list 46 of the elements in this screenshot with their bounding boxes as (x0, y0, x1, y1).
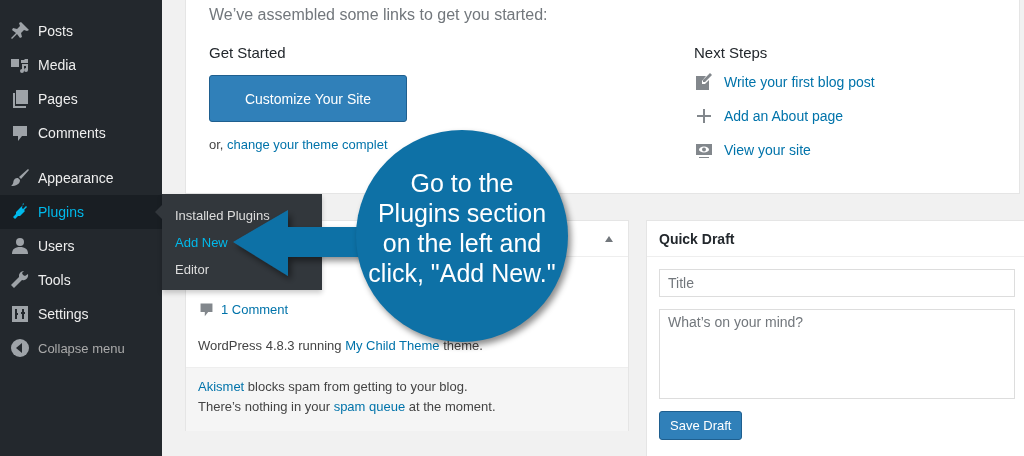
akismet-link[interactable]: spam queue (333, 399, 406, 414)
comment-icon (198, 301, 215, 318)
next-step-link[interactable]: Write your first blog post (724, 74, 875, 90)
user-icon (10, 236, 30, 256)
theme-link[interactable]: My Child Theme (345, 338, 440, 353)
sidebar-item[interactable]: Pages (0, 82, 162, 116)
akismet-text: Akismet blocks spam from getting to your blog. (198, 379, 469, 395)
callout-text: Go to the Plugins section on the left and click, "Add New." (368, 168, 556, 288)
sidebar-item[interactable]: Posts (0, 14, 162, 48)
submenu-item[interactable]: Installed Plugins (175, 202, 270, 229)
content-input-field[interactable]: What’s on your mind? (659, 309, 1015, 399)
sliders-icon (10, 304, 30, 324)
next-step-link[interactable]: View your site (724, 142, 811, 158)
collapse-menu-button[interactable]: Collapse menu (0, 331, 162, 365)
sidebar-item[interactable]: Tools (0, 263, 162, 297)
brush-icon (10, 168, 30, 188)
save-draft-button[interactable]: Save Draft (659, 411, 743, 440)
next-step-link[interactable]: Add an About page (724, 108, 844, 124)
sidebar-item[interactable]: Appearance (0, 161, 162, 195)
collapse-toggle-icon[interactable] (604, 234, 614, 243)
wrench-icon (10, 270, 30, 290)
sidebar-item[interactable]: Settings (0, 297, 162, 331)
pages-icon (10, 89, 30, 109)
sidebar-item[interactable]: Users (0, 229, 162, 263)
comments-count-link[interactable]: 1 Comment (221, 302, 289, 317)
title-input-field[interactable]: Title (659, 269, 1015, 297)
section-heading: Get Started (209, 44, 287, 61)
submenu-item[interactable]: Editor (175, 256, 209, 283)
edit-icon (694, 72, 714, 92)
section-heading: Next Steps (694, 44, 769, 61)
alt-prefix: or, (209, 137, 224, 152)
sidebar-item[interactable]: Media (0, 48, 162, 82)
comment-icon (10, 123, 30, 143)
card-title: Quick Draft (659, 230, 735, 247)
submenu-item[interactable]: Add New (175, 229, 228, 256)
akismet-text: There’s nothing in your spam queue at the moment. (198, 399, 497, 415)
sidebar-item[interactable]: Plugins (0, 195, 162, 229)
pushpin-icon (10, 21, 30, 41)
akismet-link[interactable]: Akismet (198, 379, 245, 394)
welcome-intro: We’ve assembled some links to get you started: (209, 6, 549, 24)
theme-link[interactable]: change your theme complet (227, 137, 388, 152)
sidebar-item[interactable]: Comments (0, 116, 162, 150)
collapse-icon (10, 338, 30, 358)
customize-button[interactable]: Customize Your Site (209, 75, 407, 122)
plus-icon (694, 106, 714, 126)
version-text: WordPress 4.8.3 running My Child Theme theme. (198, 338, 484, 353)
